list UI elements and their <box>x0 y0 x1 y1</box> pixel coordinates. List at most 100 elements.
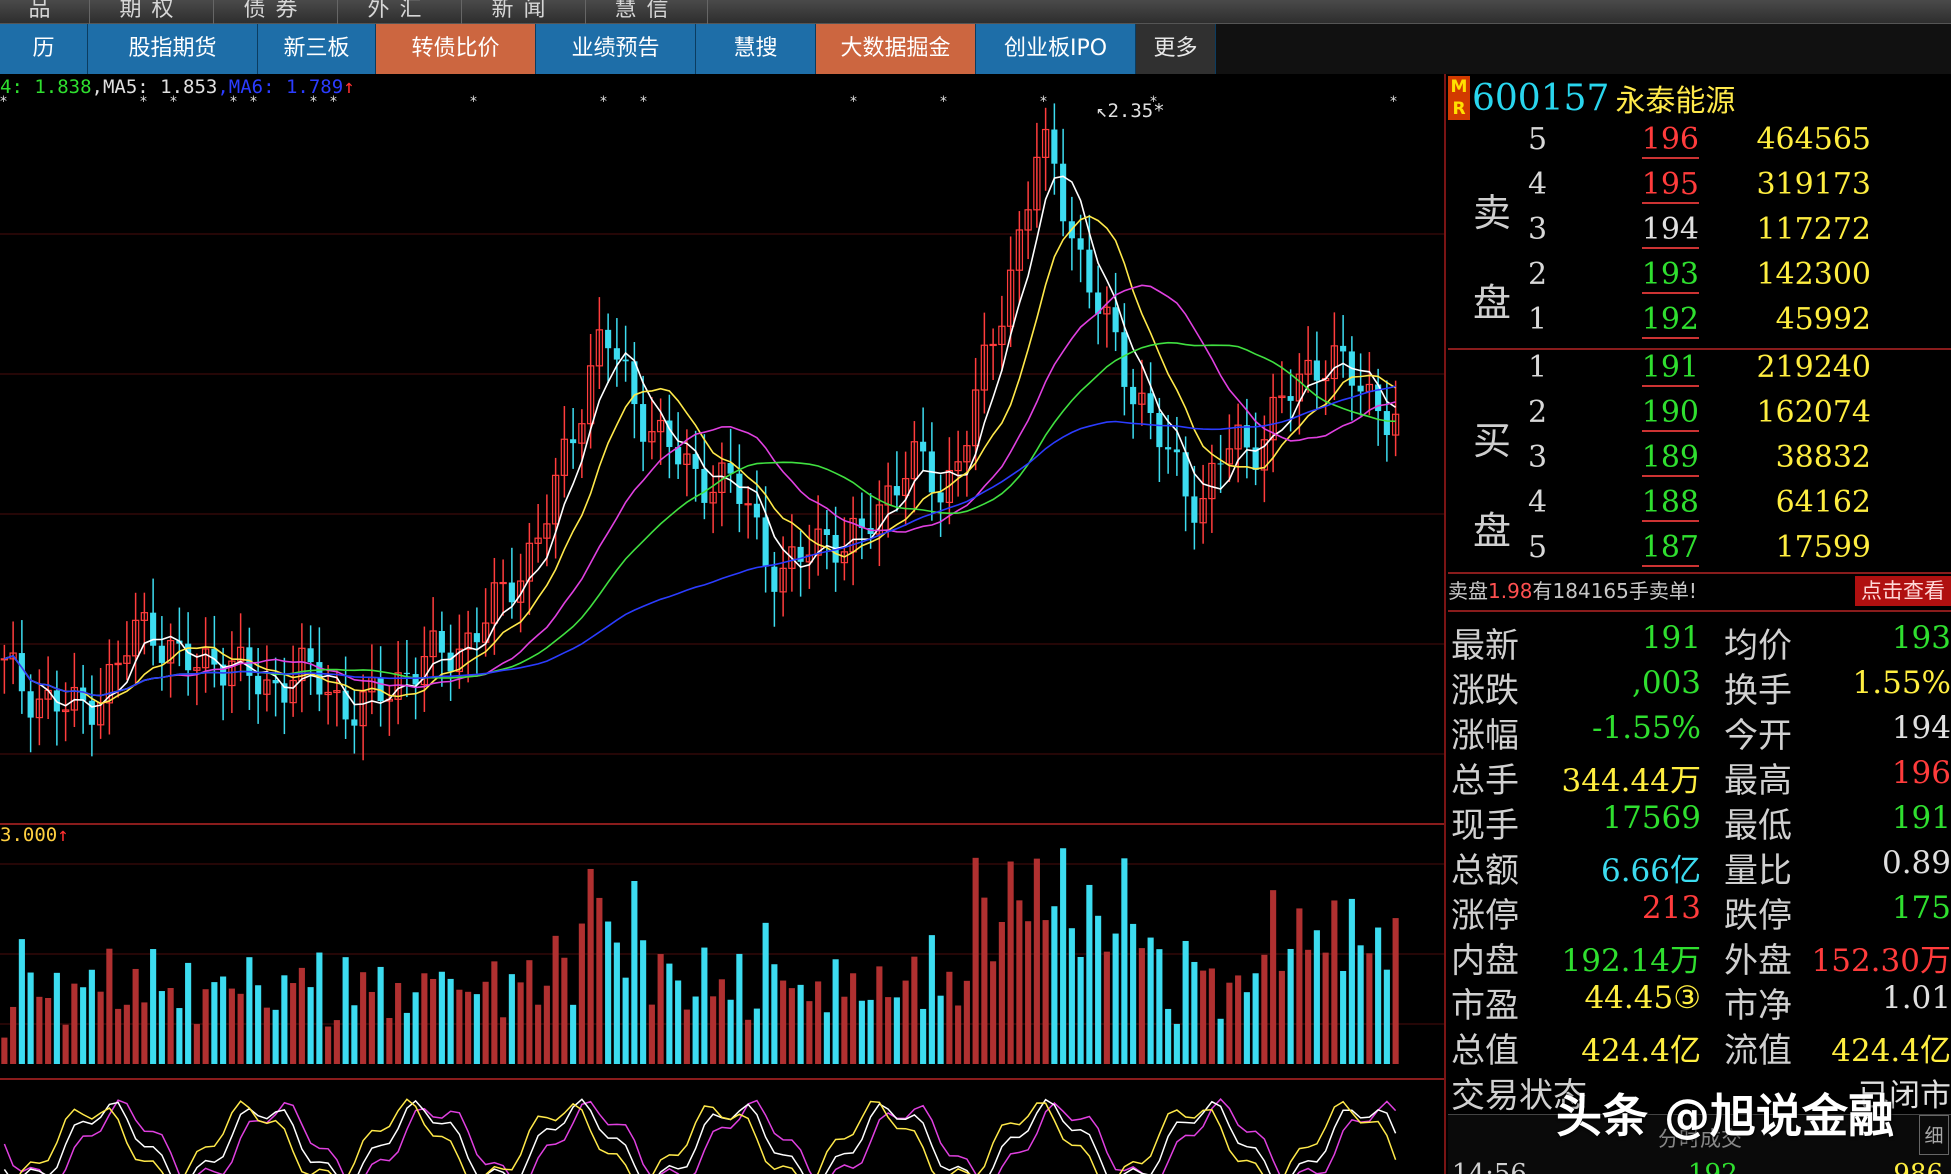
event-marker: * <box>850 94 857 110</box>
top-menu: 品 期权 债券 外汇 新闻 慧信 <box>0 0 1951 24</box>
buy-row-1[interactable]: 1 191 219240 <box>1448 350 1951 395</box>
volume-bar <box>561 957 568 1064</box>
volume-bar <box>850 973 857 1064</box>
tab-new-third-board[interactable]: 新三板 <box>258 24 376 74</box>
buy-row-3[interactable]: 3 189 38832 <box>1448 440 1951 485</box>
sell-order-notice: 卖盘1.98有184165手卖单! 点击查看 <box>1448 574 1951 608</box>
volume-bar <box>1322 952 1329 1064</box>
volume-bar <box>1305 949 1312 1064</box>
tab-convertible-bonds[interactable]: 转债比价 <box>376 24 536 74</box>
volume-bar <box>631 881 638 1064</box>
stat-value: 175 <box>1891 890 1951 926</box>
stat-row: 市盈 44.45③ 市净 1.01 <box>1448 976 1951 1026</box>
stat-row: 现手 17569 最低 191 <box>1448 796 1951 846</box>
stat-row: 最新 191 均价 193 <box>1448 616 1951 666</box>
menu-item-news[interactable]: 新闻 <box>462 0 586 24</box>
candle-body <box>1086 249 1093 293</box>
volume-bar <box>298 967 305 1064</box>
stat-value: 193 <box>1891 620 1951 656</box>
stat-label: 涨停 <box>1451 896 1519 936</box>
candle-body <box>744 503 752 506</box>
menu-item-options[interactable]: 期权 <box>90 0 214 24</box>
notice-text: 有184165手卖单! <box>1532 579 1697 603</box>
quantity: 319173 <box>1756 167 1871 202</box>
candle-body <box>736 473 743 504</box>
volume-bar <box>885 997 892 1064</box>
sell-row-5[interactable]: 5 196 464565 <box>1448 122 1951 167</box>
tab-huisou[interactable]: 慧搜 <box>696 24 816 74</box>
volume-bar <box>552 935 559 1064</box>
volume-bar <box>1130 923 1137 1064</box>
volume-bar <box>928 935 935 1064</box>
stat-label: 均价 <box>1724 626 1792 666</box>
volume-bar <box>193 1024 200 1064</box>
volume-bar <box>753 1008 760 1064</box>
volume-bar <box>386 1017 393 1064</box>
candle-body <box>0 658 9 661</box>
volume-bar <box>237 993 244 1064</box>
volume-bar <box>981 897 988 1064</box>
volume-bar <box>1060 848 1067 1064</box>
stat-label: 市盈 <box>1451 986 1519 1026</box>
stat-label: 市净 <box>1724 986 1792 1026</box>
peak-price-label: ↖2.35* <box>1096 100 1165 122</box>
volume-bar <box>167 988 174 1064</box>
volume-bar <box>62 1024 69 1064</box>
stat-value: 194 <box>1891 710 1951 746</box>
quantity: 142300 <box>1756 257 1871 292</box>
tab-gem-ipo[interactable]: 创业板IPO <box>976 24 1136 74</box>
volume-bar <box>788 988 795 1064</box>
ma4-value: 4: 1.838 <box>0 76 92 98</box>
stat-label: 内盘 <box>1451 941 1519 981</box>
candle-body <box>403 672 410 675</box>
stat-label: 今开 <box>1724 716 1792 756</box>
tab-history[interactable]: 历 <box>0 24 88 74</box>
buy-row-4[interactable]: 4 188 64162 <box>1448 485 1951 530</box>
menu-item-huixin[interactable]: 慧信 <box>586 0 708 24</box>
tab-big-data[interactable]: 大数据掘金 <box>816 24 976 74</box>
event-marker: * <box>940 94 947 110</box>
buy-row-2[interactable]: 2 190 162074 <box>1448 395 1951 440</box>
sell-book: 卖 盘 5 196 464565 4 195 319173 3 194 117272 2 19… <box>1448 122 1951 350</box>
volume-bar <box>281 975 288 1064</box>
volume-bar <box>106 948 113 1064</box>
tab-index-futures[interactable]: 股指期货 <box>88 24 258 74</box>
volume-bar <box>10 1006 17 1064</box>
volume-bar <box>1348 898 1355 1064</box>
candle-body <box>762 517 769 567</box>
stat-label: 总手 <box>1451 761 1519 801</box>
ma30-line <box>4 341 1396 697</box>
volume-bar <box>876 966 883 1064</box>
menu-item-forex[interactable]: 外汇 <box>338 0 462 24</box>
volume-bar <box>858 1000 865 1064</box>
volume-bar <box>36 996 43 1064</box>
view-details-button[interactable]: 点击查看 <box>1855 576 1951 606</box>
stat-value: 191 <box>1641 620 1701 656</box>
trade-volume: 986 <box>1893 1159 1943 1174</box>
menu-item-bonds[interactable]: 债券 <box>214 0 338 24</box>
tab-earnings-forecast[interactable]: 业绩预告 <box>536 24 696 74</box>
volume-bar <box>806 1001 813 1064</box>
stat-value: 152.30万 <box>1811 943 1951 979</box>
sell-row-2[interactable]: 2 193 142300 <box>1448 257 1951 302</box>
menu-item-product[interactable]: 品 <box>0 0 90 24</box>
sell-row-1[interactable]: 1 192 45992 <box>1448 302 1951 347</box>
volume-bar <box>1051 906 1058 1064</box>
candle-body <box>473 633 480 643</box>
candle-body <box>1112 307 1119 333</box>
volume-bar <box>543 985 550 1064</box>
kline-chart-area[interactable]: * * * * * * * * * * * * * * * <box>0 74 1446 1174</box>
tab-more[interactable]: 更多 <box>1136 24 1216 74</box>
sell-row-4[interactable]: 4 195 319173 <box>1448 167 1951 212</box>
detail-button[interactable]: 细 <box>1919 1115 1949 1155</box>
stat-value: ,003 <box>1631 665 1701 701</box>
candle-body <box>307 648 314 663</box>
candle-body <box>1191 496 1198 523</box>
price: 191 <box>1641 350 1699 387</box>
stat-row: 涨停 213 跌停 175 <box>1448 886 1951 936</box>
stat-value: 344.44万 <box>1561 763 1701 799</box>
sell-row-3[interactable]: 3 194 117272 <box>1448 212 1951 257</box>
level: 3 <box>1528 212 1548 247</box>
stat-value: 424.4亿 <box>1831 1033 1951 1069</box>
buy-row-5[interactable]: 5 187 17599 <box>1448 530 1951 575</box>
